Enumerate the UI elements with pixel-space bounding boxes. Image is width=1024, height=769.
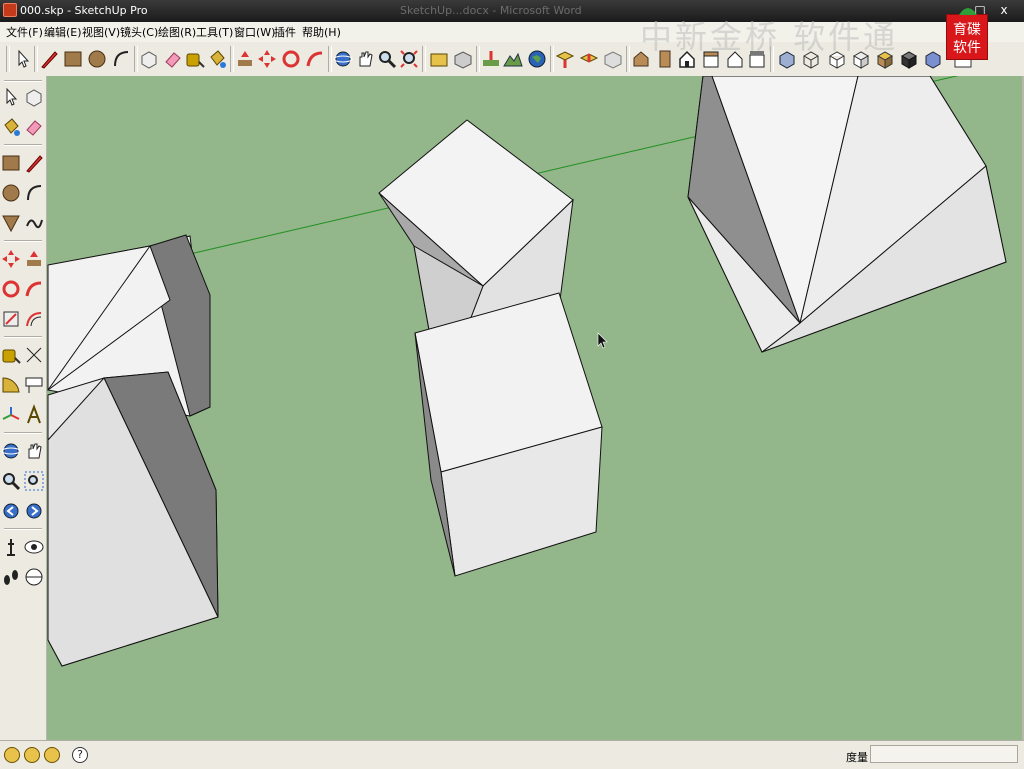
look-around-icon[interactable] — [23, 536, 45, 558]
add-location-icon[interactable] — [480, 48, 502, 70]
zoom-extents-icon[interactable] — [398, 48, 420, 70]
left-box-lower[interactable] — [47, 371, 219, 667]
toolbar-separator — [422, 46, 426, 72]
pencil-icon[interactable] — [38, 48, 60, 70]
sketchup-app-icon[interactable] — [3, 3, 17, 17]
push-pull-icon[interactable] — [234, 48, 256, 70]
menu-help[interactable]: 帮助(H) — [300, 24, 343, 40]
zoom-window-icon[interactable] — [23, 470, 45, 492]
toolbar-separator — [4, 240, 42, 242]
paint-bucket-icon[interactable] — [206, 48, 228, 70]
share-component-icon[interactable] — [578, 48, 600, 70]
circle-icon[interactable] — [0, 182, 22, 204]
menu-tools[interactable]: 工具(T) — [194, 24, 235, 40]
walk-icon[interactable] — [0, 566, 22, 588]
circle-icon[interactable] — [86, 48, 108, 70]
rectangle-icon[interactable] — [62, 48, 84, 70]
make-component-icon[interactable] — [138, 48, 160, 70]
rotate-icon[interactable] — [0, 278, 22, 300]
large-tool-set — [0, 76, 47, 740]
credits-icon[interactable] — [24, 747, 40, 763]
background-window-title: SketchUp...docx - Microsoft Word — [400, 4, 582, 17]
line-icon[interactable] — [23, 152, 45, 174]
menu-edit[interactable]: 编辑(E) — [42, 24, 84, 40]
menu-window[interactable]: 窗口(W) — [232, 24, 277, 40]
select-icon[interactable] — [0, 86, 22, 108]
arc-icon[interactable] — [23, 182, 45, 204]
polygon-icon[interactable] — [0, 212, 22, 234]
orbit-icon[interactable] — [332, 48, 354, 70]
watermark-text: 中新金桥 软件通 — [640, 18, 899, 56]
freehand-icon[interactable] — [23, 212, 45, 234]
select-icon[interactable] — [12, 48, 34, 70]
help-icon[interactable]: ? — [72, 747, 88, 763]
tape-measure-icon[interactable] — [184, 48, 206, 70]
3d-warehouse-icon[interactable] — [602, 48, 624, 70]
toolbar-separator — [4, 336, 42, 338]
model-scene[interactable] — [47, 76, 1022, 740]
toolbar-separator — [4, 432, 42, 434]
3d-text-icon[interactable] — [23, 404, 45, 426]
drawing-area[interactable] — [47, 76, 1022, 740]
close-button[interactable]: x — [996, 2, 1012, 18]
protractor-icon[interactable] — [0, 374, 22, 396]
follow-me-icon[interactable] — [304, 48, 326, 70]
make-component-icon[interactable] — [23, 86, 45, 108]
previous-view-icon[interactable] — [0, 500, 22, 522]
section-plane-icon[interactable] — [23, 566, 45, 588]
tape-measure-icon[interactable] — [0, 344, 22, 366]
arc-icon[interactable] — [110, 48, 132, 70]
logo-leaf-icon — [959, 8, 977, 15]
section-icon[interactable] — [922, 48, 944, 70]
mouse-cursor-icon — [597, 332, 608, 349]
google-earth-icon[interactable] — [526, 48, 548, 70]
toolbar-separator — [4, 528, 42, 530]
scale-icon[interactable] — [0, 308, 22, 330]
orbit-icon[interactable] — [0, 440, 22, 462]
measurements-label: 度量 — [846, 751, 868, 764]
copyright-icon[interactable] — [44, 747, 60, 763]
zoom-icon[interactable] — [0, 470, 22, 492]
measurements-input[interactable] — [870, 745, 1018, 763]
move-icon[interactable] — [0, 248, 22, 270]
logo-line1: 育碟 — [953, 22, 981, 38]
logo-line2: 软件 — [953, 40, 981, 56]
next-view-icon[interactable] — [23, 500, 45, 522]
get-models-2-icon[interactable] — [554, 48, 576, 70]
monochrome-icon[interactable] — [898, 48, 920, 70]
menu-view[interactable]: 视图(V) — [80, 24, 122, 40]
share-model-icon[interactable] — [452, 48, 474, 70]
get-models-icon[interactable] — [428, 48, 450, 70]
position-camera-icon[interactable] — [0, 536, 22, 558]
publisher-logo: 育碟 软件 — [946, 8, 988, 60]
menu-plugins[interactable]: 插件 — [272, 24, 298, 40]
dimension-icon[interactable] — [23, 344, 45, 366]
offset-icon[interactable] — [23, 308, 45, 330]
window-title: 000.skp - SketchUp Pro — [20, 4, 148, 17]
follow-me-icon[interactable] — [23, 278, 45, 300]
right-large-shape[interactable] — [687, 76, 1007, 353]
menu-draw[interactable]: 绘图(R) — [156, 24, 198, 40]
menu-file[interactable]: 文件(F) — [4, 24, 45, 40]
toolbar-grip — [4, 80, 42, 82]
paint-bucket-icon[interactable] — [0, 116, 22, 138]
eraser-icon[interactable] — [23, 116, 45, 138]
pan-icon[interactable] — [23, 440, 45, 462]
toolbar-grip — [6, 46, 10, 72]
geo-location-icon[interactable] — [4, 747, 20, 763]
text-icon[interactable] — [23, 374, 45, 396]
status-bar: ? 度量 — [0, 740, 1024, 769]
zoom-icon[interactable] — [376, 48, 398, 70]
pan-icon[interactable] — [354, 48, 376, 70]
center-box-front[interactable] — [414, 292, 603, 577]
toolbar-separator — [4, 144, 42, 146]
move-icon[interactable] — [256, 48, 278, 70]
rotate-icon[interactable] — [280, 48, 302, 70]
menu-camera[interactable]: 镜头(C) — [118, 24, 160, 40]
eraser-icon[interactable] — [162, 48, 184, 70]
rectangle-icon[interactable] — [0, 152, 22, 174]
toggle-terrain-icon[interactable] — [502, 48, 524, 70]
axes-icon[interactable] — [0, 404, 22, 426]
push-pull-icon[interactable] — [23, 248, 45, 270]
